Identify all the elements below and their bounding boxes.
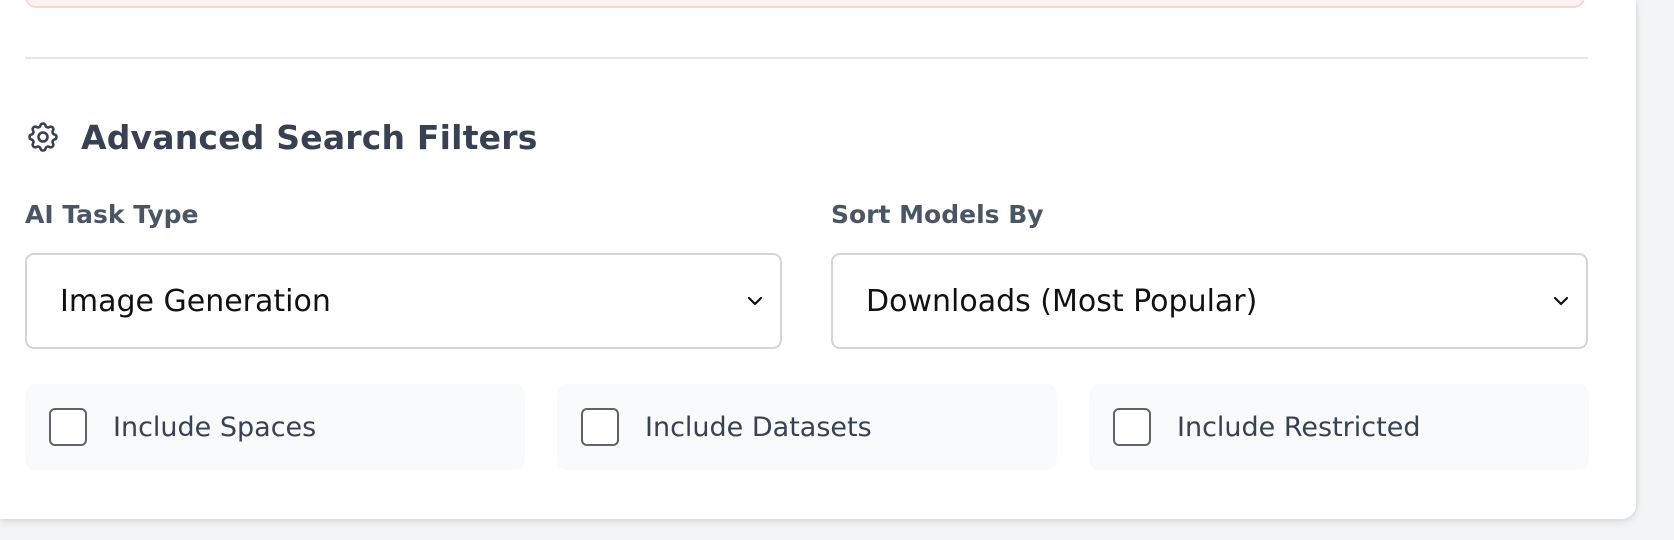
- chevron-down-icon: [1552, 292, 1570, 310]
- task-type-value: Image Generation: [60, 283, 331, 319]
- include-restricted-option[interactable]: Include Restricted: [1089, 384, 1589, 470]
- section-header: Advanced Search Filters: [25, 116, 538, 158]
- filters-panel: Advanced Search Filters AI Task Type Ima…: [0, 0, 1636, 519]
- include-datasets-checkbox[interactable]: [581, 408, 619, 446]
- sort-by-value: Downloads (Most Popular): [866, 283, 1258, 319]
- include-spaces-checkbox[interactable]: [49, 408, 87, 446]
- include-restricted-checkbox[interactable]: [1113, 408, 1151, 446]
- gear-icon: [25, 119, 61, 155]
- include-datasets-label: Include Datasets: [645, 411, 872, 443]
- sort-by-label: Sort Models By: [831, 200, 1044, 229]
- include-spaces-label: Include Spaces: [113, 411, 317, 443]
- include-restricted-label: Include Restricted: [1177, 411, 1421, 443]
- section-title: Advanced Search Filters: [81, 117, 538, 157]
- include-datasets-option[interactable]: Include Datasets: [557, 384, 1057, 470]
- sort-by-select[interactable]: Downloads (Most Popular): [831, 253, 1588, 349]
- include-spaces-option[interactable]: Include Spaces: [25, 384, 525, 470]
- task-type-label: AI Task Type: [25, 200, 199, 229]
- task-type-select[interactable]: Image Generation: [25, 253, 782, 349]
- chevron-down-icon: [746, 292, 764, 310]
- section-divider: [25, 57, 1588, 59]
- error-message-box: [25, 0, 1585, 8]
